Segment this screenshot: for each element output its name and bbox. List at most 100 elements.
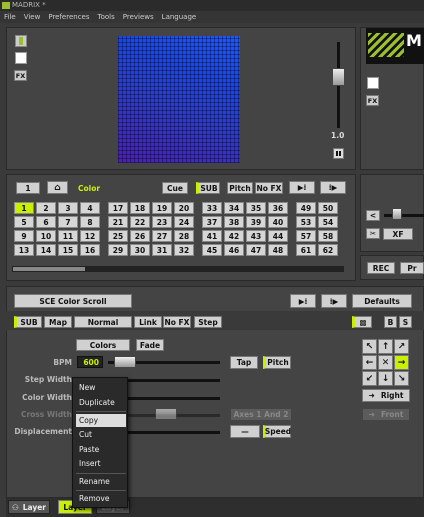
preview-fx-button[interactable]: FX xyxy=(14,70,27,81)
crossfade-left-button[interactable]: < xyxy=(366,210,380,221)
storage-place-button[interactable]: 57 xyxy=(296,230,316,242)
fade-button[interactable]: Fade xyxy=(136,339,164,351)
storage-place-button[interactable]: 37 xyxy=(202,216,222,228)
storage-place-button[interactable]: 2 xyxy=(36,202,56,214)
menu-item-rename[interactable]: Rename xyxy=(76,475,126,488)
menu-view[interactable]: View xyxy=(24,11,41,23)
storage-place-button[interactable]: 22 xyxy=(130,216,150,228)
menu-previews[interactable]: Previews xyxy=(123,11,154,23)
storage-place-button[interactable]: 9 xyxy=(14,230,34,242)
storage-place-button[interactable]: 34 xyxy=(224,202,244,214)
crossfader-knob[interactable] xyxy=(392,208,402,220)
menu-language[interactable]: Language xyxy=(162,11,197,23)
menu-preferences[interactable]: Preferences xyxy=(48,11,89,23)
storage-place-button[interactable]: 44 xyxy=(268,230,288,242)
storage-place-button[interactable]: 62 xyxy=(318,244,338,256)
pause-button[interactable] xyxy=(333,148,344,159)
arrow-down-icon[interactable]: ↓ xyxy=(378,371,393,386)
storage-place-button[interactable]: 40 xyxy=(268,216,288,228)
pr-button[interactable]: Pr xyxy=(400,262,424,274)
storage-scrollbar[interactable] xyxy=(12,266,344,272)
arrow-down-right-icon[interactable]: ↘ xyxy=(394,371,409,386)
storage-place-button[interactable]: 50 xyxy=(318,202,338,214)
storage-place-button[interactable]: 31 xyxy=(152,244,172,256)
storage-place-button[interactable]: 20 xyxy=(174,202,194,214)
master-fader-knob[interactable] xyxy=(332,68,345,86)
storage-sub-button[interactable]: SUB xyxy=(196,182,220,194)
storage-place-button[interactable]: 17 xyxy=(108,202,128,214)
storage-place-button[interactable]: 49 xyxy=(296,202,316,214)
storage-place-button[interactable]: 4 xyxy=(80,202,100,214)
preview-toggle-icon[interactable] xyxy=(15,35,27,47)
arrow-right-icon[interactable]: → xyxy=(394,355,409,370)
rec-button[interactable]: REC xyxy=(367,262,395,274)
storage-pitch-button[interactable]: Pitch xyxy=(227,182,253,194)
storage-place-button[interactable]: 21 xyxy=(108,216,128,228)
storage-place-button[interactable]: 1 xyxy=(14,202,34,214)
storage-place-button[interactable]: 29 xyxy=(108,244,128,256)
defaults-button[interactable]: Defaults xyxy=(352,294,412,308)
step-button[interactable]: Step xyxy=(194,316,222,328)
storage-place-button[interactable]: 23 xyxy=(152,216,172,228)
storage-place-button[interactable]: 54 xyxy=(318,216,338,228)
storage-place-button[interactable]: 16 xyxy=(80,244,100,256)
menu-item-cut[interactable]: Cut xyxy=(76,428,126,441)
arrow-down-left-icon[interactable]: ↙ xyxy=(362,371,377,386)
right-color-swatch[interactable] xyxy=(367,77,379,89)
menu-item-insert[interactable]: Insert xyxy=(76,457,126,470)
storage-place-button[interactable]: 32 xyxy=(174,244,194,256)
storage-place-button[interactable]: 7 xyxy=(58,216,78,228)
storage-place-button[interactable]: 46 xyxy=(224,244,244,256)
scissors-icon[interactable]: ✂ xyxy=(366,228,380,239)
storage-place-button[interactable]: 48 xyxy=(268,244,288,256)
storage-place-button[interactable]: 43 xyxy=(246,230,266,242)
s-button[interactable]: S xyxy=(399,316,412,328)
effect-play-icon[interactable]: ▶⁞ xyxy=(290,294,316,308)
storage-place-button[interactable]: 6 xyxy=(36,216,56,228)
pattern-icon[interactable]: ▩ xyxy=(352,316,372,328)
menu-item-copy[interactable]: Copy xyxy=(76,414,126,427)
storage-place-button[interactable]: 39 xyxy=(246,216,266,228)
axes-button[interactable]: Axes 1 And 2 xyxy=(230,408,292,421)
storage-place-button[interactable]: 61 xyxy=(296,244,316,256)
cross-width-knob[interactable] xyxy=(155,408,177,420)
arrow-up-left-icon[interactable]: ↖ xyxy=(362,339,377,354)
link-button[interactable]: Link xyxy=(134,316,162,328)
menu-item-paste[interactable]: Paste xyxy=(76,443,126,456)
storage-place-button[interactable]: 26 xyxy=(130,230,150,242)
storage-place-button[interactable]: 41 xyxy=(202,230,222,242)
arrow-up-right-icon[interactable]: ↗ xyxy=(394,339,409,354)
storage-place-button[interactable]: 28 xyxy=(174,230,194,242)
storage-place-button[interactable]: 15 xyxy=(58,244,78,256)
right-fx-button[interactable]: FX xyxy=(366,95,379,106)
storage-place-button[interactable]: 3 xyxy=(58,202,78,214)
storage-place-button[interactable]: 27 xyxy=(152,230,172,242)
minus-icon[interactable]: — xyxy=(230,425,260,438)
menu-item-duplicate[interactable]: Duplicate xyxy=(76,396,126,409)
arrow-up-icon[interactable]: ↑ xyxy=(378,339,393,354)
storage-play-icon[interactable]: ▶⁞ xyxy=(289,181,315,194)
storage-nofx-button[interactable]: No FX xyxy=(255,182,283,194)
layer-tab-1[interactable]: ⚇ Layer xyxy=(8,500,50,514)
mode-button[interactable]: Normal xyxy=(74,316,132,328)
storage-place-button[interactable]: 18 xyxy=(130,202,150,214)
storage-scroll-thumb[interactable] xyxy=(13,267,85,271)
storage-place-button[interactable]: 19 xyxy=(152,202,172,214)
storage-place-button[interactable]: 25 xyxy=(108,230,128,242)
storage-place-button[interactable]: 36 xyxy=(268,202,288,214)
storage-place-button[interactable]: 11 xyxy=(58,230,78,242)
storage-place-button[interactable]: 53 xyxy=(296,216,316,228)
storage-place-button[interactable]: 47 xyxy=(246,244,266,256)
effect-nofx-button[interactable]: No FX xyxy=(163,316,191,328)
storage-place-button[interactable]: 30 xyxy=(130,244,150,256)
menu-file[interactable]: File xyxy=(4,11,16,23)
storage-place-button[interactable]: 42 xyxy=(224,230,244,242)
storage-place-button[interactable]: 5 xyxy=(14,216,34,228)
storage-place-button[interactable]: 35 xyxy=(246,202,266,214)
speed-button[interactable]: Speed xyxy=(263,425,291,438)
storage-place-button[interactable]: 1 xyxy=(16,182,40,194)
bpm-value[interactable]: 600 xyxy=(77,356,103,368)
storage-place-button[interactable]: 24 xyxy=(174,216,194,228)
cue-button[interactable]: Cue xyxy=(162,182,188,194)
xf-button[interactable]: XF xyxy=(383,228,413,240)
